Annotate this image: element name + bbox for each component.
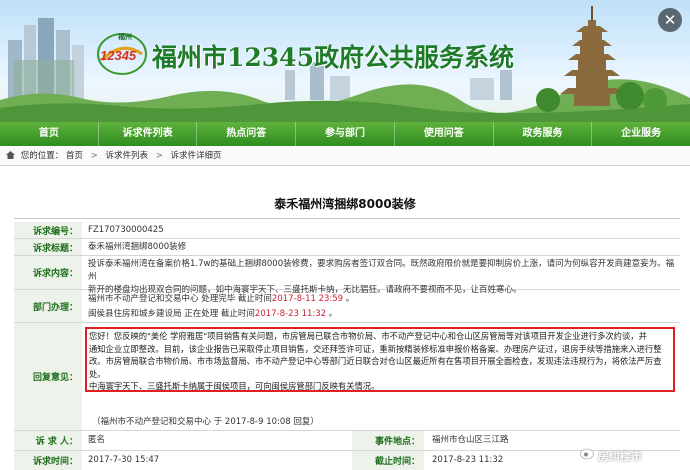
reply-line: 您好！您反映的"美伦 学府雅居"项目销售有关问题，市房管局已联合市物价局、市不动… [89,331,647,341]
value-number: FZ170730000425 [88,224,164,235]
page-title: 泰禾福州湾捆绑8000装修 [274,197,416,211]
nav-usage-qa[interactable]: 使用问答 [395,122,494,146]
label-content: 诉求内容： [14,256,82,289]
logo-city-text: 福州 [118,33,132,41]
reply-line: 中海寰宇天下、三盛托斯卡纳属于闽侯项目，可向闽侯房管部门反映有关情况。 [89,381,380,391]
breadcrumb-separator: > [155,151,163,161]
value-location: 福州市仓山区三江路 [432,435,509,445]
value-req-time: 2017-7-30 15:47 [88,455,160,465]
content-line: 投诉泰禾福州湾在备案价格1.7w的基础上捆绑8000装修费，要求购房者签订双合同… [88,259,675,282]
row-number: 诉求编号： FZ170730000425 [14,222,680,239]
label-req-time: 诉求时间： [14,451,82,470]
value-dept: 福州市不动产登记和交易中心 处理完毕 截止时间2017-8-11 23:59 。… [88,290,680,322]
breadcrumb-home[interactable]: 首页 [66,151,83,161]
weibo-icon [580,448,594,460]
value-deadline: 2017-8-23 11:32 [432,455,504,465]
value-requester: 匿名 [88,435,106,445]
main-nav: 首页 诉求件列表 热点问答 参与部门 使用问答 政务服务 企业服务 [0,122,690,146]
logo-number-text: 12345 [100,48,137,63]
nav-departments[interactable]: 参与部门 [296,122,395,146]
nav-gov-services[interactable]: 政务服务 [494,122,593,146]
label-deadline: 截止时间： [352,451,424,470]
watermark-text: 房纠楼市 [598,450,642,463]
nav-enterprise-services[interactable]: 企业服务 [592,122,690,146]
row-content: 诉求内容： 投诉泰禾福州湾在备案价格1.7w的基础上捆绑8000装修费，要求购房… [14,256,680,295]
reply-source: （福州市不动产登记和交易中心 于 2017-8-9 10:08 回复） [92,417,319,427]
row-subject: 诉求标题： 泰禾福州湾捆绑8000装修 [14,239,680,256]
label-dept: 部门办理： [14,290,82,322]
breadcrumb-prefix: 您的位置： [20,151,64,161]
label-requester: 诉 求 人： [14,431,82,450]
nav-home[interactable]: 首页 [0,122,99,146]
dept-line: 闽侯县住房和城乡建设局 正在处理 截止时间2017-8-23 11:32 。 [88,309,338,319]
label-number: 诉求编号： [14,222,82,238]
dept-line: 福州市不动产登记和交易中心 处理完毕 截止时间2017-8-11 23:59 。 [88,294,355,304]
title-divider [14,218,680,219]
reply-line: 改。市房管局联合市物价局、市市场监督局、市不动产登记中心等部门近日联合对仓山区最… [89,356,662,379]
nav-requests[interactable]: 诉求件列表 [99,122,198,146]
close-icon[interactable]: ✕ [658,8,682,32]
breadcrumb-requests[interactable]: 诉求件列表 [105,151,148,161]
header-banner: 福州 12345 福州市12345政府公共服务系统 ✕ [0,0,690,122]
label-reply: 回复意见： [14,323,82,430]
value-content: 投诉泰禾福州湾在备案价格1.7w的基础上捆绑8000装修费，要求购房者签订双合同… [88,256,680,295]
row-dept: 部门办理： 福州市不动产登记和交易中心 处理完毕 截止时间2017-8-11 2… [14,290,680,323]
breadcrumb: 您的位置： 首页 > 诉求件列表 > 诉求件详细页 [0,146,690,166]
value-subject: 泰禾福州湾捆绑8000装修 [88,241,187,252]
label-subject: 诉求标题： [14,239,82,255]
dept-deadline: 2017-8-11 23:59 [271,294,344,304]
nav-hot-qa[interactable]: 热点问答 [197,122,297,146]
reply-line: 通知企业立即整改。目前，该企业报告已采取停止项目销售，交还拜签许可证，重新按精装… [89,343,662,354]
dept-deadline: 2017-8-23 11:32 [254,309,327,319]
home-icon [6,151,15,159]
breadcrumb-separator: > [90,151,98,161]
label-location: 事件地点： [352,431,424,450]
breadcrumb-current: 诉求件详细页 [170,151,222,161]
site-title: 福州市12345政府公共服务系统 [152,43,514,72]
reply-text: 您好！您反映的"美伦 学府雅居"项目销售有关问题，市房管局已联合市物价局、市不动… [89,330,673,393]
